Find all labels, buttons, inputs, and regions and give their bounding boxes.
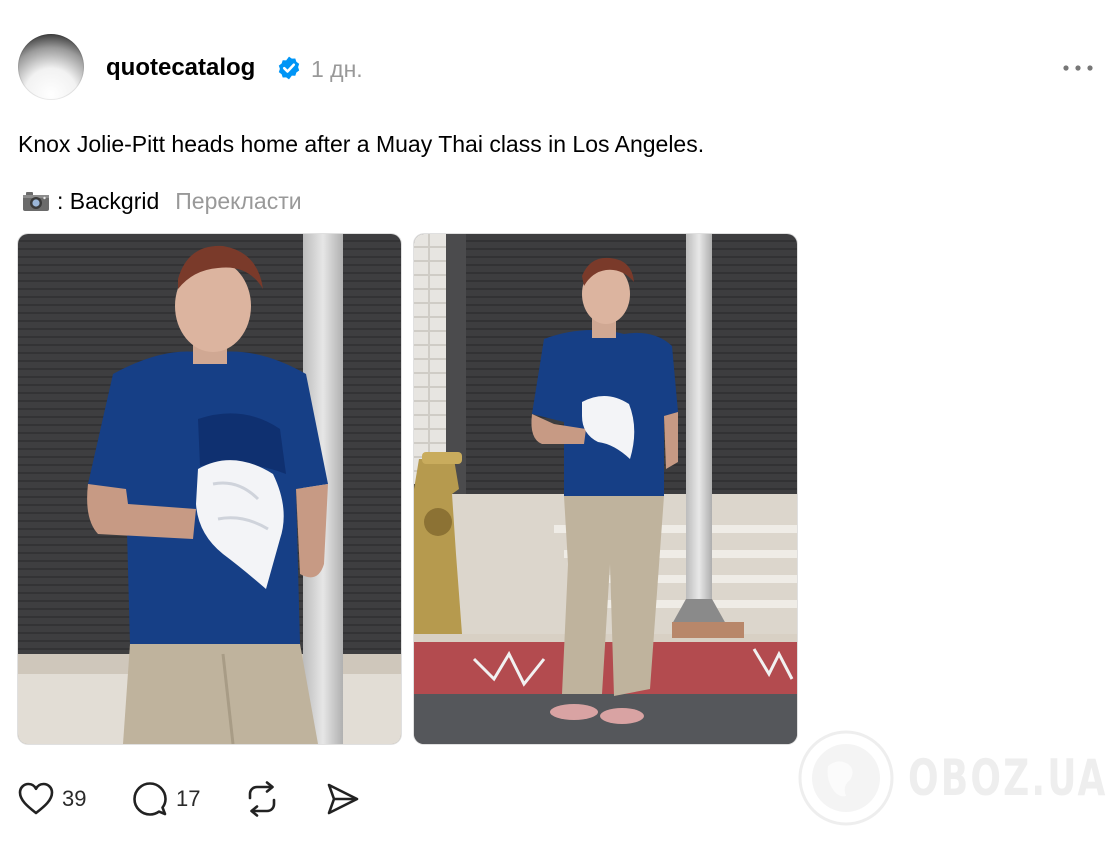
share-button[interactable] [326,778,360,820]
credit-text: : Backgrid [57,187,160,214]
verified-badge-icon [278,56,300,80]
comment-icon [133,782,167,816]
username[interactable]: quotecatalog [106,52,255,84]
more-options-icon[interactable] [1058,56,1098,80]
translate-link[interactable]: Перекласти [175,188,301,215]
reply-count: 17 [176,786,201,811]
reply-button[interactable]: 17 [132,778,200,820]
watermark-text: OBOZ.UA [908,749,1108,807]
heart-icon [18,782,54,815]
globe-logo-icon [798,730,894,826]
post-image-2[interactable] [414,234,797,744]
like-button[interactable]: 39 [18,778,86,820]
repost-icon [248,781,276,817]
camera-icon [23,192,49,211]
repost-button[interactable] [244,778,280,820]
post-caption: Knox Jolie-Pitt heads home after a Muay … [18,131,705,157]
send-icon [327,783,359,815]
post-timestamp[interactable]: 1 дн. [311,53,363,85]
avatar[interactable] [18,34,84,100]
watermark: OBOZ.UA [798,728,1105,828]
like-count: 39 [62,786,87,811]
photo-credit: : Backgrid Перекласти [18,185,302,217]
post-image-1[interactable] [18,234,401,744]
